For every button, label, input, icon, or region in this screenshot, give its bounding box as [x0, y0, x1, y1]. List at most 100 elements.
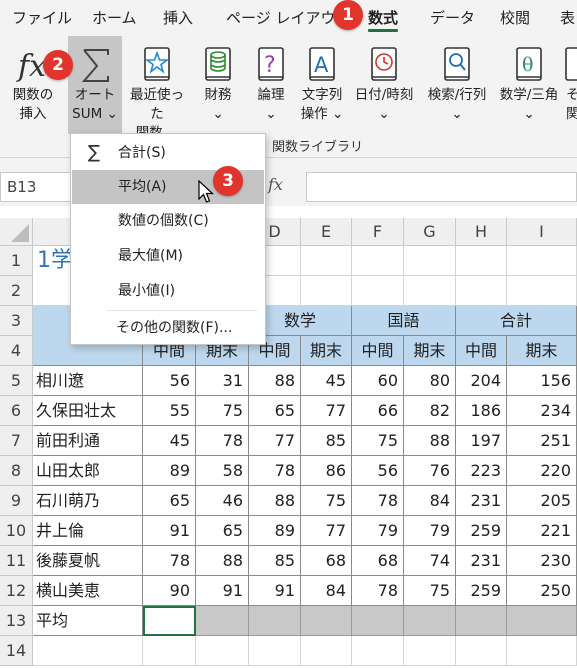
score-cell[interactable]: 79	[404, 516, 456, 546]
score-cell[interactable]: 88	[196, 546, 249, 576]
score-cell[interactable]: 86	[301, 456, 352, 486]
empty-cell[interactable]	[507, 246, 577, 276]
tab-home[interactable]: ホーム	[92, 0, 137, 36]
score-cell[interactable]: 75	[404, 576, 456, 606]
recent-functions-button[interactable]: 最近使った 関数 ⌄	[124, 36, 190, 141]
score-cell[interactable]: 250	[507, 576, 577, 606]
score-cell[interactable]: 77	[301, 396, 352, 426]
header-term-cell[interactable]: 期末	[507, 336, 577, 366]
selected-average-cell[interactable]	[456, 606, 507, 636]
empty-cell[interactable]	[196, 636, 249, 666]
score-cell[interactable]: 221	[507, 516, 577, 546]
logical-button[interactable]: ? 論理 ⌄	[250, 36, 292, 134]
score-cell[interactable]: 223	[456, 456, 507, 486]
column-header-i[interactable]: I	[507, 218, 577, 246]
row-header-6[interactable]: 6	[0, 396, 33, 426]
empty-cell[interactable]	[456, 636, 507, 666]
header-term-cell[interactable]: 期末	[301, 336, 352, 366]
empty-cell[interactable]	[352, 276, 404, 306]
score-cell[interactable]: 79	[352, 516, 404, 546]
score-cell[interactable]: 31	[196, 366, 249, 396]
score-cell[interactable]: 65	[143, 486, 196, 516]
active-cell-b13[interactable]	[143, 606, 196, 636]
score-cell[interactable]: 75	[352, 426, 404, 456]
selected-average-cell[interactable]	[352, 606, 404, 636]
empty-cell[interactable]	[301, 276, 352, 306]
score-cell[interactable]: 76	[404, 456, 456, 486]
score-cell[interactable]: 60	[352, 366, 404, 396]
empty-cell[interactable]	[507, 276, 577, 306]
student-name-cell[interactable]: 石川萌乃	[33, 486, 143, 516]
score-cell[interactable]: 231	[456, 546, 507, 576]
row-header-4[interactable]: 4	[0, 336, 33, 366]
score-cell[interactable]: 45	[143, 426, 196, 456]
formula-input[interactable]	[306, 172, 577, 202]
selected-average-cell[interactable]	[196, 606, 249, 636]
row-header-12[interactable]: 12	[0, 576, 33, 606]
header-term-cell[interactable]: 中間	[352, 336, 404, 366]
student-name-cell[interactable]: 後藤夏帆	[33, 546, 143, 576]
score-cell[interactable]: 204	[456, 366, 507, 396]
empty-cell[interactable]	[301, 246, 352, 276]
tab-review[interactable]: 校閲	[500, 0, 530, 36]
student-name-cell[interactable]: 前田利通	[33, 426, 143, 456]
row-header-5[interactable]: 5	[0, 366, 33, 396]
score-cell[interactable]: 75	[196, 396, 249, 426]
score-cell[interactable]: 88	[249, 486, 301, 516]
score-cell[interactable]: 156	[507, 366, 577, 396]
autosum-button[interactable]: オート SUM ⌄	[68, 36, 122, 134]
selected-average-cell[interactable]	[301, 606, 352, 636]
score-cell[interactable]: 88	[249, 366, 301, 396]
score-cell[interactable]: 88	[404, 426, 456, 456]
tab-data[interactable]: データ	[430, 0, 475, 36]
student-name-cell[interactable]: 井上倫	[33, 516, 143, 546]
score-cell[interactable]: 75	[301, 486, 352, 516]
tab-view[interactable]: 表	[560, 0, 575, 36]
menu-item-sum[interactable]: ∑ 合計(S)	[72, 136, 264, 170]
select-all-corner[interactable]	[0, 218, 33, 246]
score-cell[interactable]: 68	[301, 546, 352, 576]
score-cell[interactable]: 91	[143, 516, 196, 546]
row-header-13[interactable]: 13	[0, 606, 33, 636]
empty-cell[interactable]	[404, 246, 456, 276]
score-cell[interactable]: 186	[456, 396, 507, 426]
empty-cell[interactable]	[456, 276, 507, 306]
row-header-8[interactable]: 8	[0, 456, 33, 486]
score-cell[interactable]: 78	[196, 426, 249, 456]
score-cell[interactable]: 91	[249, 576, 301, 606]
row-header-9[interactable]: 9	[0, 486, 33, 516]
score-cell[interactable]: 46	[196, 486, 249, 516]
header-subject-total[interactable]: 合計	[456, 306, 577, 336]
row-header-3[interactable]: 3	[0, 306, 33, 336]
score-cell[interactable]: 91	[196, 576, 249, 606]
empty-cell[interactable]	[456, 246, 507, 276]
row-header-7[interactable]: 7	[0, 426, 33, 456]
score-cell[interactable]: 56	[352, 456, 404, 486]
score-cell[interactable]: 82	[404, 396, 456, 426]
tab-file[interactable]: ファイル	[12, 0, 72, 36]
score-cell[interactable]: 230	[507, 546, 577, 576]
student-name-cell[interactable]: 久保田壮太	[33, 396, 143, 426]
column-header-h[interactable]: H	[456, 218, 507, 246]
score-cell[interactable]: 90	[143, 576, 196, 606]
column-header-e[interactable]: E	[301, 218, 352, 246]
score-cell[interactable]: 55	[143, 396, 196, 426]
math-trig-button[interactable]: θ 数学/三角 ⌄	[494, 36, 564, 134]
score-cell[interactable]: 65	[249, 396, 301, 426]
row-header-2[interactable]: 2	[0, 276, 33, 306]
score-cell[interactable]: 80	[404, 366, 456, 396]
average-label-cell[interactable]: 平均	[33, 606, 143, 636]
row-header-11[interactable]: 11	[0, 546, 33, 576]
score-cell[interactable]: 85	[249, 546, 301, 576]
score-cell[interactable]: 234	[507, 396, 577, 426]
score-cell[interactable]: 84	[404, 486, 456, 516]
empty-cell[interactable]	[301, 636, 352, 666]
empty-cell[interactable]	[404, 636, 456, 666]
score-cell[interactable]: 205	[507, 486, 577, 516]
insert-function-fx-icon[interactable]: fx	[268, 175, 283, 194]
score-cell[interactable]: 89	[249, 516, 301, 546]
score-cell[interactable]: 84	[301, 576, 352, 606]
row-header-14[interactable]: 14	[0, 636, 33, 666]
header-term-cell[interactable]: 期末	[404, 336, 456, 366]
lookup-reference-button[interactable]: 検索/行列 ⌄	[422, 36, 492, 134]
